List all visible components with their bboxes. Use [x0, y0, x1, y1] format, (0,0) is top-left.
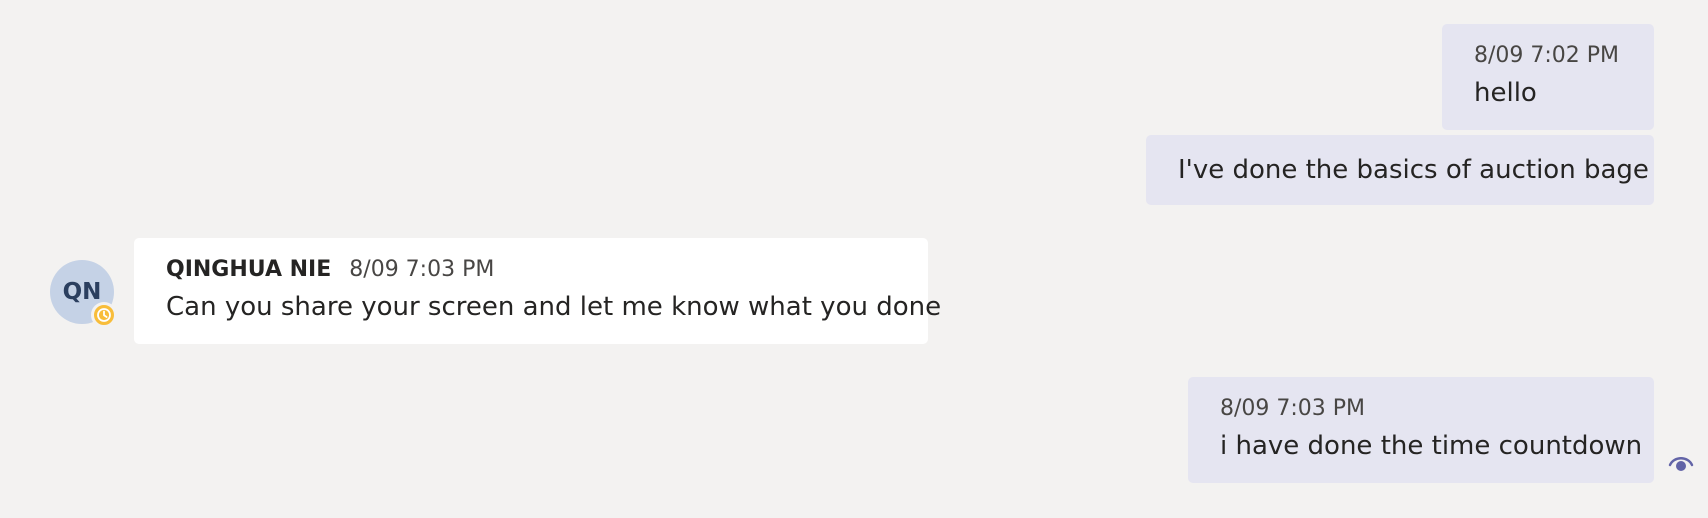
sent-message[interactable]: I've done the basics of auction bage	[1146, 135, 1654, 205]
message-timestamp: 8/09 7:03 PM	[349, 257, 495, 282]
message-text: Can you share your screen and let me kno…	[166, 292, 942, 322]
message-text: I've done the basics of auction bage	[1178, 155, 1649, 185]
message-text: i have done the time countdown	[1220, 431, 1643, 461]
clock-icon	[97, 308, 111, 322]
presence-away-badge	[91, 302, 117, 328]
avatar-initials: QN	[62, 279, 102, 305]
message-timestamp: 8/09 7:03 PM	[1220, 396, 1366, 421]
eye-icon	[1668, 457, 1694, 471]
message-timestamp: 8/09 7:02 PM	[1474, 43, 1620, 68]
sent-message[interactable]: 8/09 7:02 PM hello	[1442, 24, 1654, 130]
message-text: hello	[1474, 78, 1537, 108]
received-message[interactable]: QINGHUA NIE 8/09 7:03 PM Can you share yo…	[134, 238, 942, 344]
sender-name: QINGHUA NIE	[166, 257, 332, 282]
message-header: QINGHUA NIE 8/09 7:03 PM	[166, 256, 928, 284]
sent-message[interactable]: 8/09 7:03 PM i have done the time countd…	[1188, 377, 1654, 483]
